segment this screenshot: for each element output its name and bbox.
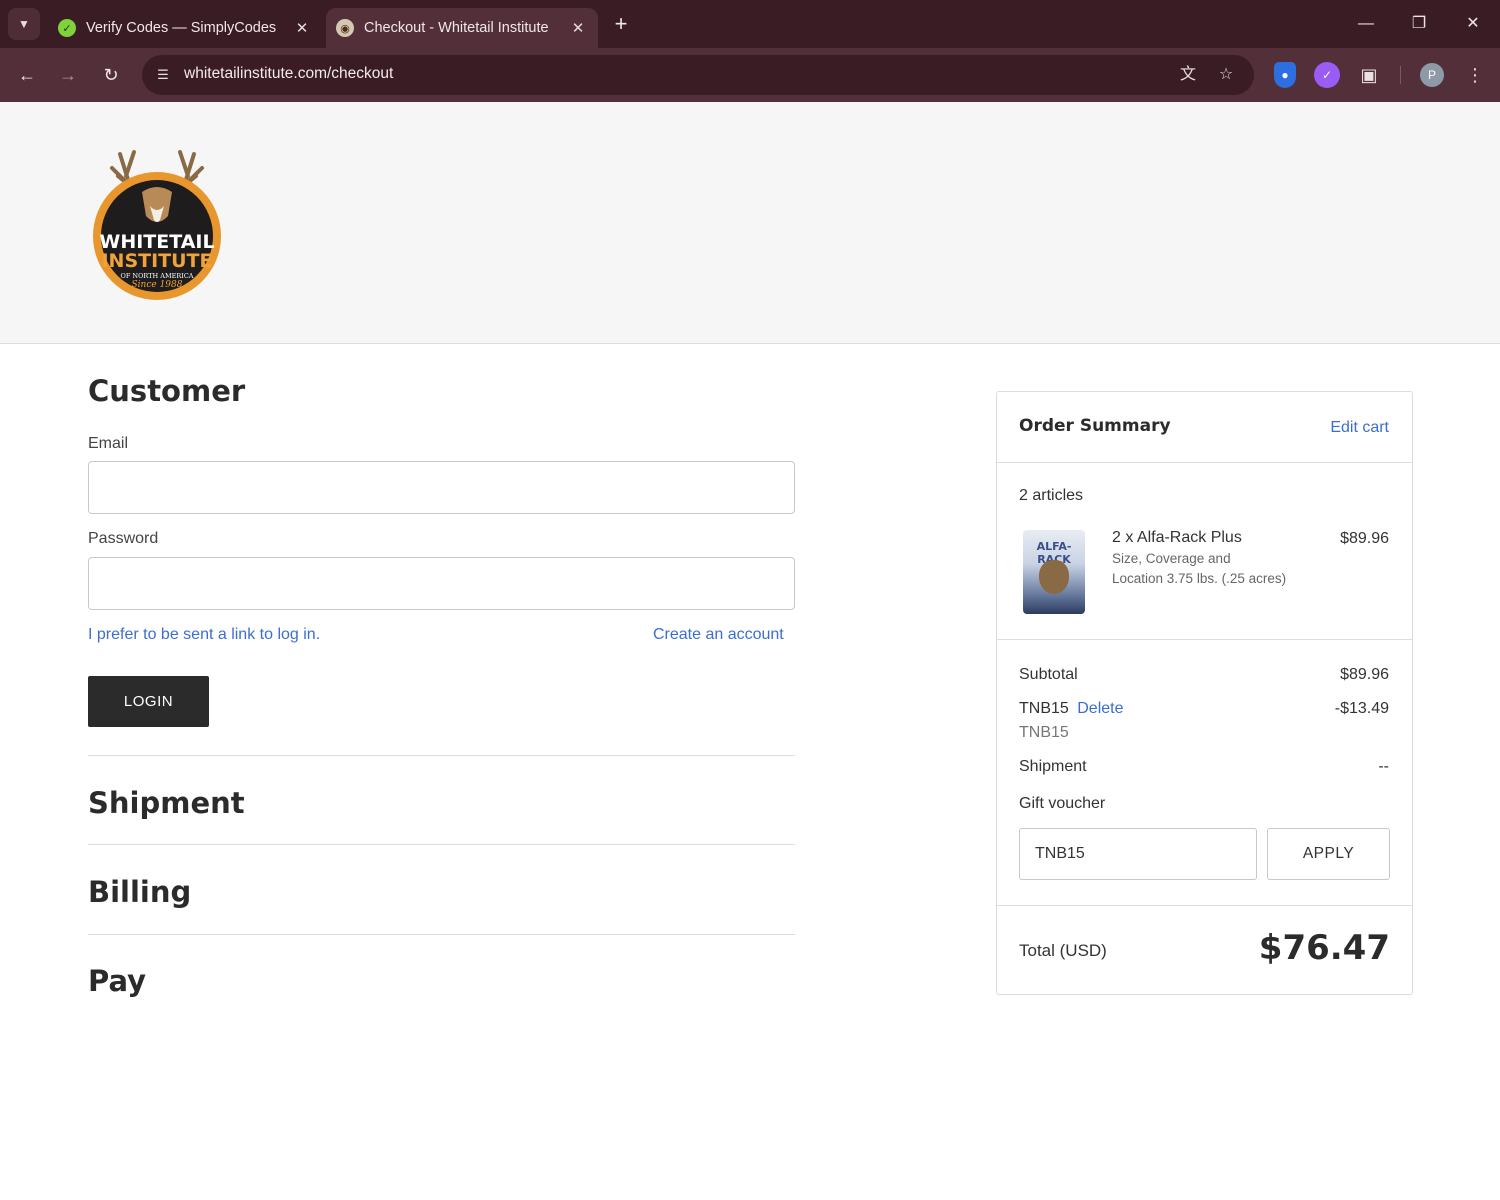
section-divider — [88, 844, 795, 845]
coupon-sub: TNB15 — [1019, 724, 1069, 741]
simplycodes-favicon-icon: ✓ — [58, 19, 76, 37]
tab-checkout[interactable]: ◉ Checkout - Whitetail Institute ✕ — [326, 8, 598, 48]
email-field[interactable] — [88, 461, 795, 514]
gift-voucher-input[interactable] — [1019, 828, 1257, 880]
create-account-link[interactable]: Create an account — [653, 626, 784, 644]
subtotal-value: $89.96 — [1340, 666, 1389, 683]
kebab-icon[interactable]: ⋮ — [1462, 62, 1488, 88]
logo-text: INSTITUTE — [101, 250, 212, 272]
reload-icon[interactable]: ↻ — [96, 60, 126, 90]
forward-icon[interactable]: → — [53, 60, 83, 90]
coupon-value: -$13.49 — [1334, 700, 1389, 717]
total-label: Total (USD) — [1019, 941, 1107, 960]
tab-title: Verify Codes — SimplyCodes — [86, 20, 277, 36]
deer-icon — [1039, 560, 1069, 594]
avatar[interactable]: P — [1420, 63, 1444, 87]
login-button[interactable]: LOGIN — [88, 676, 209, 727]
shipment-heading[interactable]: Shipment — [88, 786, 245, 820]
articles-count: 2 articles — [1019, 487, 1084, 504]
whitetail-favicon-icon: ◉ — [336, 19, 354, 37]
product-detail: Location 3.75 lbs. (.25 acres) — [1112, 571, 1287, 586]
summary-divider — [997, 905, 1412, 906]
tab-title: Checkout - Whitetail Institute — [364, 20, 549, 36]
password-field[interactable] — [88, 557, 795, 610]
url-text[interactable]: whitetailinstitute.com/checkout — [184, 65, 393, 83]
billing-heading[interactable]: Billing — [88, 875, 191, 909]
logo-text: OF NORTH AMERICA — [121, 272, 194, 280]
customer-heading: Customer — [88, 374, 246, 408]
site-info-icon[interactable]: ☰ — [152, 64, 174, 86]
puzzle-icon[interactable]: ▣ — [1356, 62, 1382, 88]
plus-icon[interactable]: + — [608, 12, 634, 38]
coupon-code: TNB15 — [1019, 700, 1069, 717]
bitwarden-icon[interactable]: ● — [1274, 62, 1296, 88]
section-divider — [88, 934, 795, 935]
apply-button[interactable]: APPLY — [1267, 828, 1390, 880]
close-icon[interactable]: ✕ — [566, 19, 590, 37]
address-bar[interactable]: ☰ whitetailinstitute.com/checkout 文 ☆ — [142, 55, 1254, 95]
password-label: Password — [88, 530, 159, 547]
shipment-value: -- — [1378, 758, 1389, 775]
subtotal-label: Subtotal — [1019, 666, 1078, 683]
order-summary-title: Order Summary — [1019, 416, 1171, 436]
pay-heading[interactable]: Pay — [88, 964, 146, 998]
whitetail-logo[interactable]: WHITETAIL INSTITUTE OF NORTH AMERICA Sin… — [90, 146, 224, 302]
coupon-row: TNB15 Delete — [1019, 700, 1124, 718]
total-amount: $76.47 — [1258, 928, 1390, 968]
gift-voucher-label: Gift voucher — [1019, 795, 1106, 812]
product-image: ALFA-RACK — [1023, 530, 1085, 614]
tab-simplycodes[interactable]: ✓ Verify Codes — SimplyCodes ✕ — [48, 8, 322, 48]
order-summary: Order Summary Edit cart 2 articles ALFA-… — [996, 391, 1413, 995]
summary-divider — [997, 462, 1412, 463]
logo-text: Since 1988 — [132, 280, 183, 290]
close-icon[interactable]: ✕ — [290, 19, 314, 37]
site-header: WHITETAIL INSTITUTE OF NORTH AMERICA Sin… — [0, 102, 1500, 344]
product-name: 2 x Alfa-Rack Plus — [1112, 529, 1242, 546]
star-icon[interactable]: ☆ — [1214, 63, 1238, 87]
login-link-option[interactable]: I prefer to be sent a link to log in. — [88, 626, 320, 644]
browser-toolbar: ← → ↻ ☰ whitetailinstitute.com/checkout … — [0, 48, 1500, 102]
restore-icon[interactable]: ❐ — [1399, 10, 1439, 38]
product-price: $89.96 — [1340, 530, 1389, 547]
toolbar-separator — [1400, 66, 1401, 84]
tab-search-icon[interactable]: ▼ — [8, 8, 40, 40]
coupon-delete-link[interactable]: Delete — [1077, 700, 1123, 717]
translate-icon[interactable]: 文 — [1176, 63, 1200, 87]
browser-tabbar: ▼ ✓ Verify Codes — SimplyCodes ✕ ◉ Check… — [0, 0, 1500, 48]
shipment-label: Shipment — [1019, 758, 1087, 775]
back-icon[interactable]: ← — [12, 60, 42, 90]
summary-divider — [997, 639, 1412, 640]
window-close-icon[interactable]: ✕ — [1453, 10, 1493, 38]
edit-cart-link[interactable]: Edit cart — [1330, 419, 1389, 437]
email-label: Email — [88, 435, 129, 452]
product-detail: Size, Coverage and — [1112, 551, 1231, 566]
minimize-icon[interactable]: — — [1346, 10, 1386, 38]
simplycodes-icon[interactable]: ✓ — [1314, 62, 1340, 88]
section-divider — [88, 755, 795, 756]
